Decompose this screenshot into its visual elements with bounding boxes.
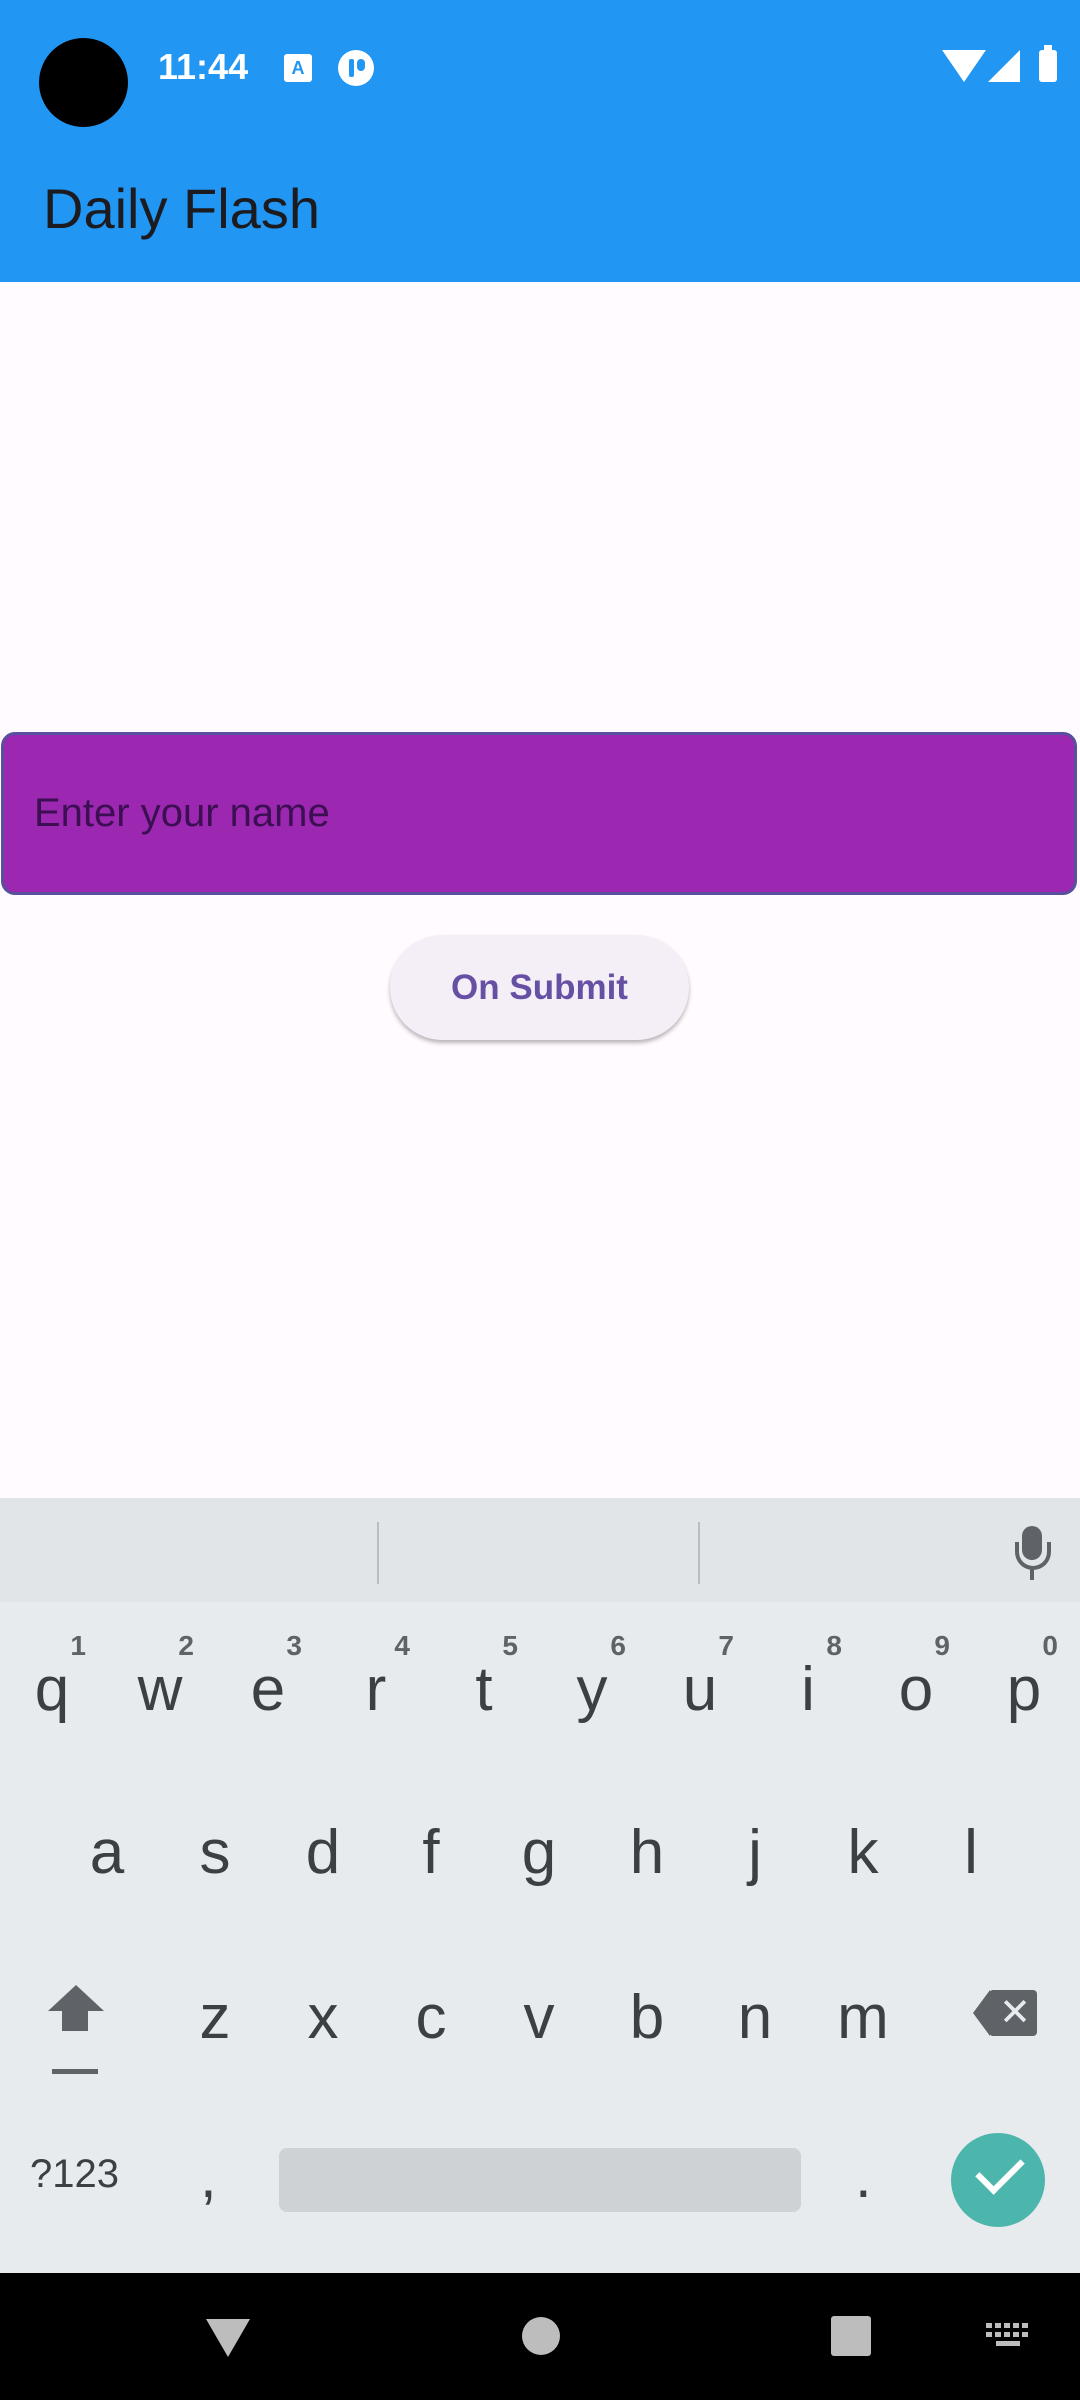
- submit-button[interactable]: On Submit: [390, 935, 689, 1040]
- backspace-icon[interactable]: ✕: [973, 1990, 1037, 2036]
- status-time: 11:44: [158, 46, 249, 87]
- key-j[interactable]: j: [715, 1803, 795, 1903]
- key-h[interactable]: h: [607, 1803, 687, 1903]
- key-number-hint: 8: [826, 1630, 842, 1661]
- key-label: o: [898, 1655, 934, 1724]
- key-label: q: [34, 1655, 70, 1724]
- key-v[interactable]: v: [499, 1968, 579, 2068]
- key-label: t: [475, 1655, 493, 1724]
- key-t[interactable]: t5: [444, 1632, 524, 1740]
- key-g[interactable]: g: [499, 1803, 579, 1903]
- nav-recents-icon[interactable]: [831, 2316, 871, 2356]
- name-field[interactable]: [1, 732, 1077, 895]
- keyboard-switch-icon[interactable]: [986, 2323, 1030, 2349]
- key-number-hint: 3: [286, 1630, 302, 1661]
- key-number-hint: 1: [70, 1630, 86, 1661]
- app-bar: 11:44 A Daily Flash: [0, 0, 1080, 282]
- notification-app-icon: [338, 50, 374, 86]
- key-l[interactable]: l: [931, 1803, 1011, 1903]
- wifi-icon: [942, 50, 986, 82]
- key-label: p: [1006, 1655, 1042, 1724]
- symbols-key[interactable]: ?123: [30, 2152, 119, 2197]
- key-a[interactable]: a: [67, 1803, 147, 1903]
- key-label: u: [682, 1655, 718, 1724]
- shift-icon[interactable]: [40, 1985, 110, 2075]
- key-n[interactable]: n: [715, 1968, 795, 2068]
- key-label: i: [801, 1655, 815, 1724]
- key-k[interactable]: k: [823, 1803, 903, 1903]
- nav-home-icon[interactable]: [522, 2317, 560, 2355]
- spacebar[interactable]: [279, 2148, 801, 2212]
- signal-icon: [988, 50, 1020, 82]
- key-number-hint: 9: [934, 1630, 950, 1661]
- enter-key[interactable]: [951, 2133, 1045, 2227]
- key-number-hint: 7: [718, 1630, 734, 1661]
- key-f[interactable]: f: [391, 1803, 471, 1903]
- battery-icon: [1039, 45, 1057, 82]
- key-y[interactable]: y6: [552, 1632, 632, 1740]
- key-label: r: [365, 1655, 387, 1724]
- key-r[interactable]: r4: [336, 1632, 416, 1740]
- key-s[interactable]: s: [175, 1803, 255, 1903]
- notification-a-icon: A: [284, 54, 312, 82]
- key-p[interactable]: p0: [984, 1632, 1064, 1740]
- key-e[interactable]: e3: [228, 1632, 308, 1740]
- key-x[interactable]: x: [283, 1968, 363, 2068]
- period-key[interactable]: .: [855, 2142, 872, 2211]
- camera-cutout: [39, 38, 128, 127]
- suggestion-divider: [377, 1522, 379, 1584]
- mic-icon[interactable]: [1012, 1526, 1052, 1582]
- key-number-hint: 2: [178, 1630, 194, 1661]
- key-m[interactable]: m: [823, 1968, 903, 2068]
- key-u[interactable]: u7: [660, 1632, 740, 1740]
- suggestion-bar: [0, 1498, 1080, 1602]
- key-c[interactable]: c: [391, 1968, 471, 2068]
- key-o[interactable]: o9: [876, 1632, 956, 1740]
- key-b[interactable]: b: [607, 1968, 687, 2068]
- check-icon: [975, 2145, 1025, 2195]
- app-title: Daily Flash: [43, 177, 320, 240]
- key-number-hint: 0: [1042, 1630, 1058, 1661]
- suggestion-divider: [698, 1522, 700, 1584]
- key-label: y: [576, 1655, 608, 1724]
- key-w[interactable]: w2: [120, 1632, 200, 1740]
- nav-back-icon[interactable]: [206, 2319, 250, 2357]
- key-number-hint: 5: [502, 1630, 518, 1661]
- key-q[interactable]: q1: [12, 1632, 92, 1740]
- key-label: e: [250, 1655, 286, 1724]
- key-number-hint: 4: [394, 1630, 410, 1661]
- key-d[interactable]: d: [283, 1803, 363, 1903]
- comma-key[interactable]: ,: [200, 2142, 217, 2211]
- name-input[interactable]: [4, 735, 1074, 892]
- key-number-hint: 6: [610, 1630, 626, 1661]
- key-i[interactable]: i8: [768, 1632, 848, 1740]
- key-label: w: [137, 1655, 183, 1724]
- key-z[interactable]: z: [175, 1968, 255, 2068]
